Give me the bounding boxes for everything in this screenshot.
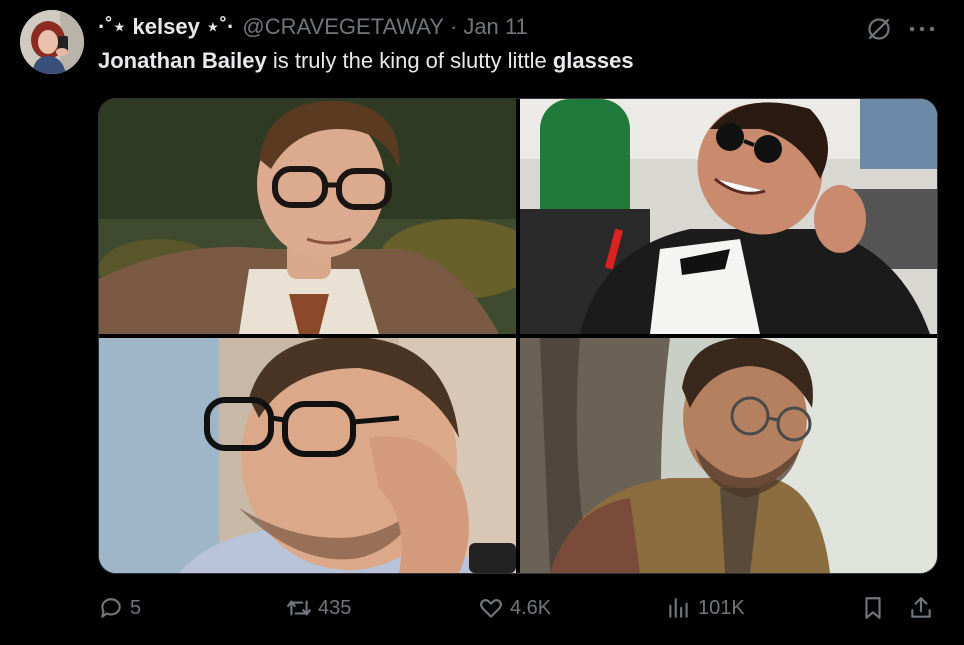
share-icon — [911, 597, 931, 618]
photo-4[interactable] — [520, 338, 937, 573]
repost-count: 435 — [318, 596, 352, 619]
heart-icon — [480, 599, 502, 618]
views-icon — [669, 598, 688, 618]
photo-2[interactable] — [520, 99, 937, 334]
more-icon[interactable] — [906, 16, 938, 42]
bookmark-icon — [865, 597, 881, 619]
tweet-date[interactable]: Jan 11 — [463, 14, 527, 40]
tweet[interactable]: ·˚⋆ kelsey ⋆˚· @CRAVEGETAWAY · Jan 11 Jo… — [0, 0, 964, 645]
bookmark-button[interactable] — [860, 590, 886, 626]
photo-1[interactable] — [99, 99, 516, 334]
author-display-name[interactable]: ·˚⋆ kelsey ⋆˚· — [98, 14, 234, 40]
views-button[interactable]: 101K — [666, 590, 745, 626]
view-count: 101K — [698, 596, 745, 619]
grok-icon[interactable] — [866, 16, 892, 42]
share-button[interactable] — [908, 590, 934, 626]
like-count: 4.6K — [510, 596, 552, 619]
avatar-image — [20, 10, 84, 74]
reply-button[interactable]: 5 — [98, 590, 141, 626]
media-grid — [98, 98, 938, 574]
repost-button[interactable]: 435 — [286, 590, 351, 626]
tweet-text-bold-word: glasses — [552, 48, 634, 73]
header-separator: · — [449, 14, 458, 39]
tweet-text-body: is truly the king of slutty little — [266, 48, 553, 73]
reply-count: 5 — [130, 596, 142, 619]
action-bar: 5 435 4.6K 101K — [98, 590, 938, 626]
reply-icon — [101, 598, 121, 618]
tweet-header: ·˚⋆ kelsey ⋆˚· @CRAVEGETAWAY · Jan 11 — [98, 12, 528, 42]
repost-icon — [287, 600, 311, 616]
photo-3[interactable] — [99, 338, 516, 573]
tweet-text: Jonathan Bailey is truly the king of slu… — [98, 48, 634, 74]
user-avatar[interactable] — [20, 10, 84, 74]
like-button[interactable]: 4.6K — [478, 590, 551, 626]
author-handle[interactable]: @CRAVEGETAWAY — [242, 14, 444, 40]
tweet-text-name[interactable]: Jonathan Bailey — [98, 48, 267, 73]
